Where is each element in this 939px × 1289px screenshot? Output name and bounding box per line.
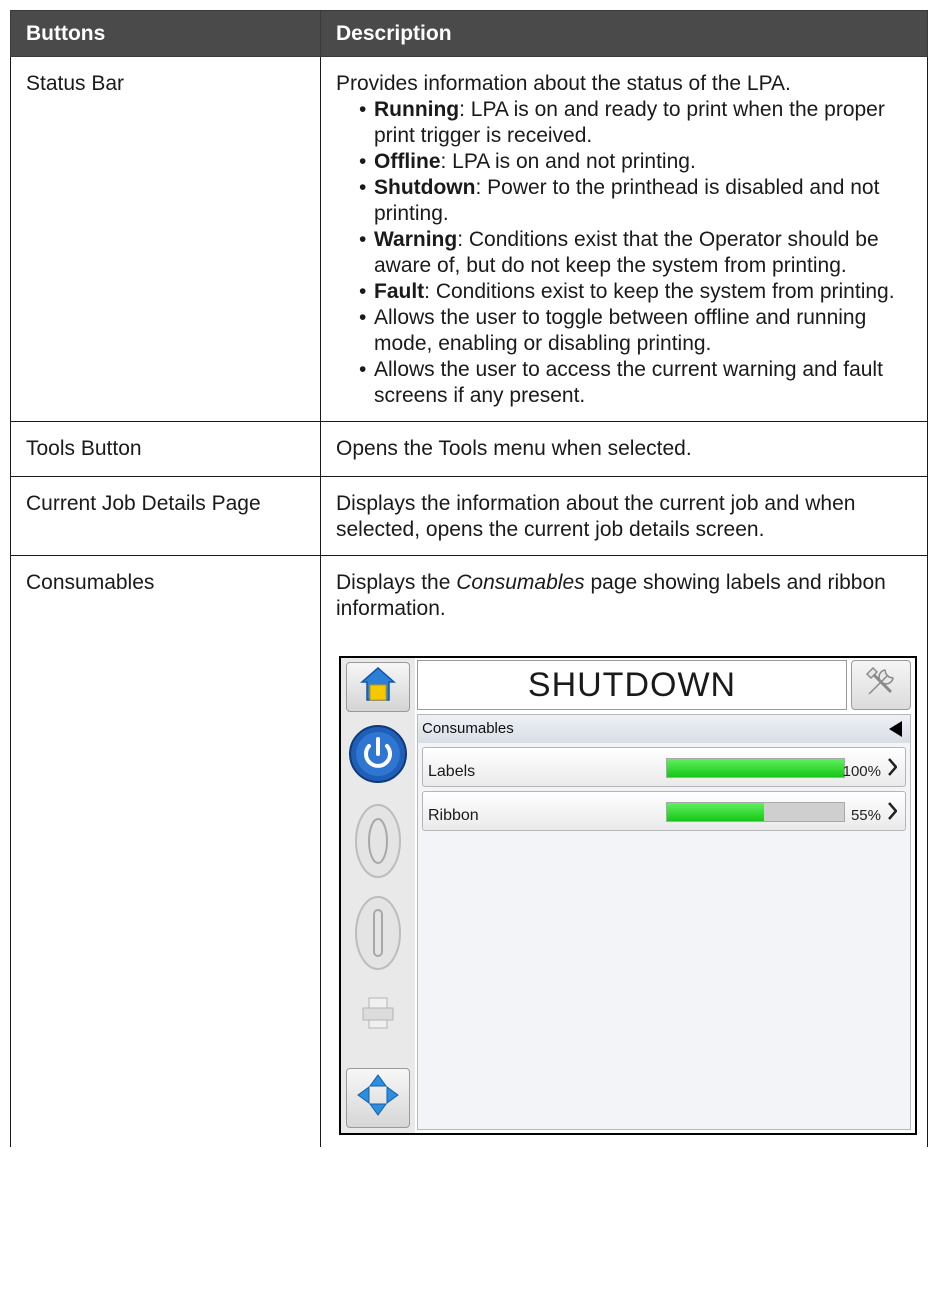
table-header-row: Buttons Description [10, 10, 928, 57]
labels-level-bar [666, 758, 845, 778]
offline-icon [353, 802, 403, 887]
bullet-term: Shutdown [374, 176, 476, 199]
labels-row[interactable]: Labels 100% [422, 747, 906, 787]
print-button[interactable] [346, 986, 410, 1046]
table-row-consumables: Consumables Displays the Consumables pag… [10, 555, 928, 1147]
bullet-term: Warning [374, 228, 458, 251]
bullet-text: Allows the user to access the current wa… [374, 358, 883, 407]
tools-button[interactable] [851, 660, 911, 710]
online-button[interactable] [346, 894, 410, 979]
ribbon-level-bar [666, 802, 845, 822]
ribbon-row[interactable]: Ribbon 55% [422, 791, 906, 831]
section-header: Consumables [418, 715, 910, 743]
status-bullet-list: Running: LPA is on and ready to print wh… [336, 97, 917, 409]
bullet-term: Fault [374, 280, 425, 303]
back-arrow-icon[interactable] [889, 721, 902, 737]
bullet-access: Allows the user to access the current wa… [336, 357, 917, 409]
status-bar[interactable]: SHUTDOWN [417, 660, 847, 710]
description-cell: Provides information about the status of… [320, 56, 928, 422]
bullet-toggle: Allows the user to toggle between offlin… [336, 305, 917, 357]
row-label: Labels [428, 763, 476, 780]
section-title: Consumables [422, 720, 514, 737]
button-name-cell: Consumables [10, 555, 321, 1147]
description-cell: Displays the Consumables page showing la… [320, 555, 928, 1147]
chevron-right-icon [888, 802, 897, 820]
tools-icon [861, 662, 901, 709]
left-button-panel [341, 658, 415, 1133]
button-name-cell: Current Job Details Page [10, 476, 321, 556]
bullet-term: Running [374, 98, 460, 121]
consumables-description: Displays the Consumables page showing la… [336, 570, 917, 622]
desc-italic: Consumables [456, 571, 585, 594]
navigate-button[interactable] [346, 1068, 410, 1128]
consumables-panel: Consumables Labels 100% Ribbon 55% [417, 714, 911, 1130]
offline-button[interactable] [346, 802, 410, 887]
table-row-status-bar: Status Bar Provides information about th… [10, 56, 928, 422]
header-description: Description [320, 10, 928, 57]
buttons-description-table: Buttons Description Status Bar Provides … [10, 10, 928, 1147]
table-row-job-details: Current Job Details Page Displays the in… [10, 476, 928, 556]
power-button[interactable] [346, 722, 410, 792]
description-cell: Displays the information about the curre… [320, 476, 928, 556]
bullet-offline: Offline: LPA is on and not printing. [336, 149, 917, 175]
description-cell: Opens the Tools menu when selected. [320, 421, 928, 477]
navigate-arrows-icon [355, 1072, 401, 1125]
ribbon-level-fill [667, 803, 765, 821]
printer-icon [358, 993, 398, 1040]
header-buttons: Buttons [10, 10, 321, 57]
bullet-shutdown: Shutdown: Power to the printhead is disa… [336, 175, 917, 227]
home-button[interactable] [346, 662, 410, 712]
chevron-right-icon [888, 758, 897, 776]
bullet-running: Running: LPA is on and ready to print wh… [336, 97, 917, 149]
online-icon [353, 894, 403, 979]
home-icon [360, 665, 396, 710]
bullet-fault: Fault: Conditions exist to keep the syst… [336, 279, 917, 305]
button-name-cell: Status Bar [10, 56, 321, 422]
bullet-text: : Conditions exist to keep the system fr… [424, 280, 895, 303]
bullet-term: Offline [374, 150, 441, 173]
labels-percent: 100% [842, 763, 881, 780]
desc-text: Displays the [336, 571, 457, 594]
consumables-screen-figure: SHUTDOWN Consumables Labels 100% Ribbon … [339, 656, 917, 1135]
button-name-cell: Tools Button [10, 421, 321, 477]
power-icon [348, 724, 408, 791]
labels-level-fill [667, 759, 844, 777]
bullet-warning: Warning: Conditions exist that the Opera… [336, 227, 917, 279]
ribbon-percent: 55% [850, 807, 881, 824]
status-bar-intro: Provides information about the status of… [336, 72, 791, 95]
bullet-text: Allows the user to toggle between offlin… [374, 306, 867, 355]
bullet-text: : LPA is on and not printing. [440, 150, 696, 173]
table-row-tools: Tools Button Opens the Tools menu when s… [10, 421, 928, 477]
row-label: Ribbon [428, 807, 479, 824]
